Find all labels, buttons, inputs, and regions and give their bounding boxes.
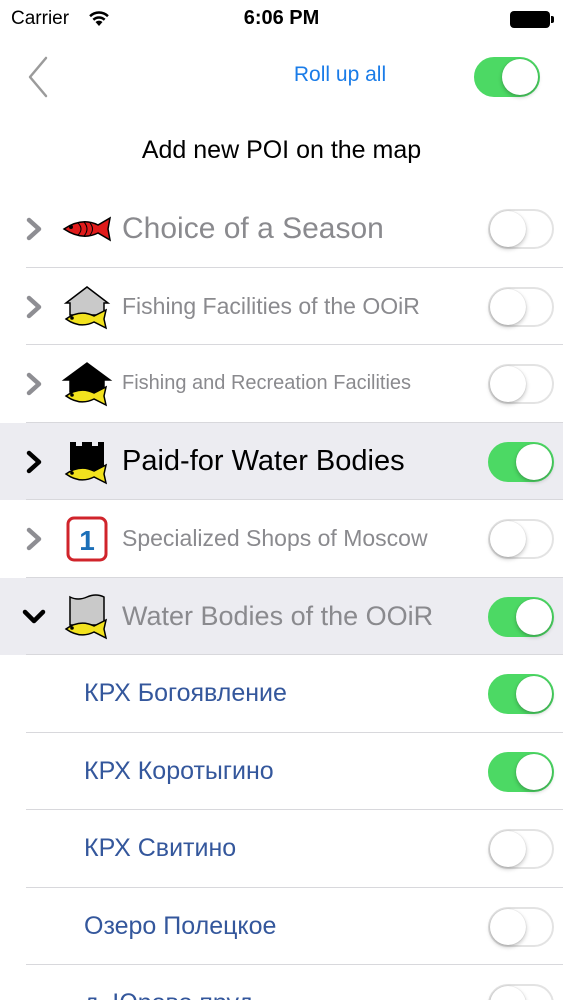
page-title: Add new POI on the map — [141, 136, 422, 164]
sub-item-row[interactable]: КРХ Свитино — [0, 810, 563, 888]
toggle-knob — [490, 986, 526, 1000]
category-row-season[interactable]: Choice of a Season — [0, 190, 563, 268]
sub-item-row[interactable]: КРХ Коротыгино — [0, 733, 563, 810]
chevron-down-icon — [22, 609, 46, 623]
sub-item-label: КРХ Богоявление — [84, 679, 287, 707]
water-fish-icon — [64, 593, 108, 639]
category-label: Fishing and Recreation Facilities — [122, 372, 412, 394]
toggle-knob — [490, 831, 526, 867]
category-toggle-fishing-facilities-ooir[interactable] — [488, 286, 554, 327]
toggle-knob — [490, 288, 526, 325]
number-one-badge-icon: 1 — [66, 516, 108, 562]
chevron-right-icon — [26, 527, 42, 551]
back-button[interactable] — [22, 54, 56, 100]
chevron-right-icon — [26, 295, 42, 318]
toggle-knob — [490, 908, 526, 945]
category-label: Fishing Facilities of the OOiR — [122, 292, 420, 319]
chevron-right-icon — [26, 450, 42, 473]
roll-up-all-button[interactable]: Roll up all — [278, 63, 402, 87]
poi-category-list: Choice of a Season Fishing Facilities of… — [0, 190, 563, 1000]
category-row-paid-water-bodies[interactable]: Paid-for Water Bodies — [0, 422, 563, 500]
battery-tip — [551, 16, 554, 23]
category-label: Paid-for Water Bodies — [122, 444, 405, 477]
toggle-knob — [490, 366, 526, 402]
sub-item-toggle[interactable] — [488, 984, 554, 1000]
toggle-knob — [516, 676, 552, 712]
category-label: Specialized Shops of Moscow — [122, 525, 428, 551]
category-row-fishing-facilities-ooir[interactable]: Fishing Facilities of the OOiR — [0, 268, 563, 345]
category-label: Water Bodies of the OOiR — [122, 600, 434, 631]
toggle-knob — [490, 521, 526, 557]
sub-item-label: КРХ Коротыгино — [84, 756, 274, 785]
black-house-fish-icon — [61, 362, 113, 407]
status-time: 6:06 PM — [243, 7, 320, 29]
house-fish-icon — [63, 285, 111, 329]
sub-item-label: КРХ Свитино — [84, 834, 237, 862]
sub-item-toggle[interactable] — [488, 674, 554, 714]
chevron-right-icon — [26, 217, 42, 241]
category-row-specialized-shops[interactable]: 1 Specialized Shops of Moscow — [0, 500, 563, 578]
sub-item-label: д. Юрово пруд — [84, 965, 253, 1000]
toggle-knob — [490, 211, 526, 247]
category-toggle-specialized-shops[interactable] — [488, 519, 554, 559]
sub-item-toggle[interactable] — [488, 751, 554, 792]
toggle-knob — [516, 443, 552, 480]
toggle-knob — [502, 59, 538, 95]
category-toggle-season[interactable] — [488, 209, 554, 249]
category-toggle-fishing-recreation[interactable] — [488, 364, 554, 404]
roll-up-all-toggle[interactable] — [474, 57, 540, 97]
category-label: Choice of a Season — [122, 212, 384, 245]
category-row-fishing-recreation[interactable]: Fishing and Recreation Facilities — [0, 345, 563, 423]
sub-item-toggle[interactable] — [488, 829, 554, 869]
sub-item-row[interactable]: д. Юрово пруд — [0, 965, 563, 1000]
battery-icon — [510, 11, 550, 28]
toggle-knob — [516, 598, 552, 635]
red-fish-icon — [62, 216, 112, 242]
castle-fish-icon — [64, 441, 108, 484]
category-row-water-bodies-ooir[interactable]: Water Bodies of the OOiR — [0, 577, 563, 655]
toggle-knob — [516, 753, 552, 790]
sub-item-row[interactable]: Озеро Полецкое — [0, 888, 563, 965]
badge-number: 1 — [79, 525, 95, 556]
chevron-left-icon — [28, 56, 48, 98]
chevron-right-icon — [26, 372, 42, 396]
category-toggle-water-bodies-ooir[interactable] — [488, 596, 554, 637]
status-bar: Carrier 6:06 PM — [0, 0, 563, 40]
sub-item-label: Озеро Полецкое — [84, 911, 277, 940]
sub-item-toggle[interactable] — [488, 906, 554, 947]
sub-item-row[interactable]: КРХ Богоявление — [0, 655, 563, 733]
category-toggle-paid-water-bodies[interactable] — [488, 441, 554, 482]
